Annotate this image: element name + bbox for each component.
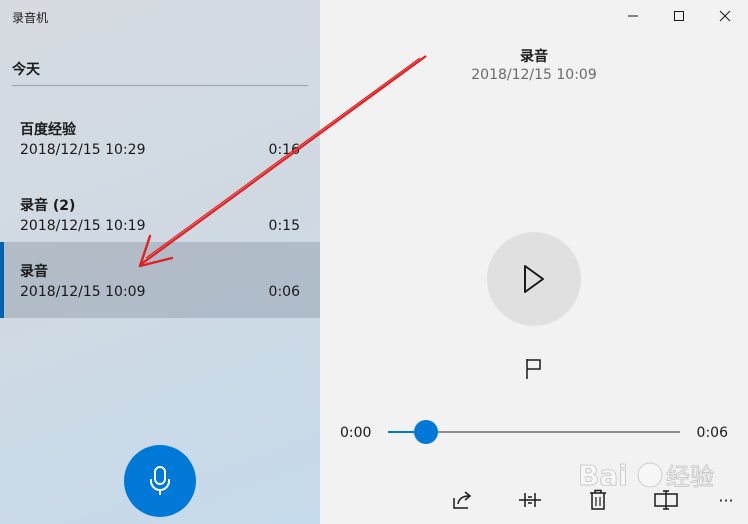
play-button[interactable] [487, 232, 581, 326]
seek-thumb[interactable] [413, 420, 438, 444]
recording-item-2[interactable]: 录音 (2) 2018/12/15 10:19 0:15 [0, 176, 320, 252]
flag-icon [526, 359, 541, 379]
recording-name: 录音 (2) [20, 198, 76, 214]
minimize-button[interactable] [610, 0, 656, 32]
recording-name: 百度经验 [20, 122, 76, 138]
share-button[interactable] [448, 486, 476, 514]
baidu-watermark-logo: Bai 经验 [578, 459, 714, 493]
voice-recorder-window: 录音机 今天 百度经验 2018/12/15 10:29 0:16 录音 (2)… [0, 0, 748, 524]
microphone-icon [150, 466, 170, 495]
player-pane: 录音 2018/12/15 10:09 0:00 0:06 ··· [320, 0, 748, 524]
recording-date: 2018/12/15 10:29 [20, 142, 146, 158]
recordings-pane: 录音机 今天 百度经验 2018/12/15 10:29 0:16 录音 (2)… [0, 0, 320, 524]
maximize-icon [674, 11, 684, 21]
trim-button[interactable] [516, 486, 544, 514]
svg-text:经验: 经验 [666, 463, 714, 491]
play-icon [524, 265, 544, 293]
app-title: 录音机 [12, 11, 49, 25]
window-controls [610, 0, 748, 32]
total-time: 0:06 [696, 425, 728, 441]
recording-item-1[interactable]: 百度经验 2018/12/15 10:29 0:16 [0, 100, 320, 176]
record-button[interactable] [124, 445, 196, 517]
recording-date: 2018/12/15 10:09 [20, 284, 146, 300]
recording-duration: 0:06 [268, 284, 300, 300]
trim-icon [519, 493, 541, 507]
close-button[interactable] [702, 0, 748, 32]
player-date: 2018/12/15 10:09 [471, 67, 597, 83]
player-title: 录音 [520, 49, 548, 65]
section-header-today: 今天 [12, 62, 40, 78]
current-time: 0:00 [340, 425, 372, 441]
recording-date: 2018/12/15 10:19 [20, 218, 146, 234]
minimize-icon [628, 15, 638, 17]
recording-item-3-selected[interactable]: 录音 2018/12/15 10:09 0:06 [0, 242, 320, 318]
recording-duration: 0:15 [268, 218, 300, 234]
add-marker-button[interactable] [523, 356, 545, 382]
maximize-button[interactable] [656, 0, 702, 32]
svg-text:Bai: Bai [578, 459, 628, 492]
recording-name: 录音 [20, 264, 48, 280]
section-divider [12, 85, 308, 86]
close-icon [719, 10, 731, 22]
recording-duration: 0:16 [268, 142, 300, 158]
share-icon [453, 491, 472, 509]
